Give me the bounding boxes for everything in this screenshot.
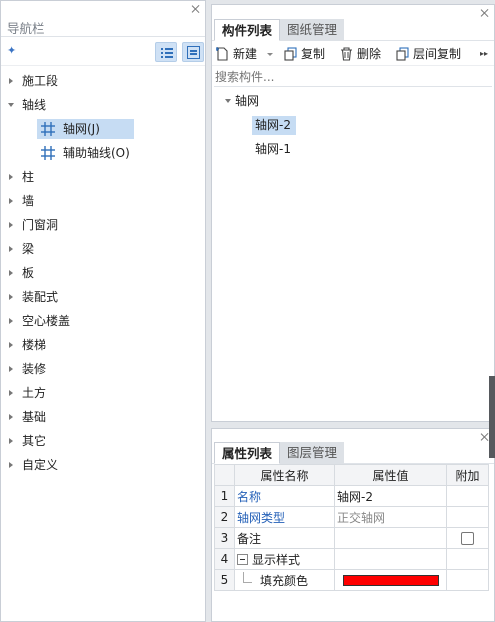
nav-item[interactable]: 轴线 [1,93,205,117]
expand-arrow-icon[interactable] [9,342,13,348]
expand-arrow-icon[interactable] [9,174,13,180]
expand-arrow-icon[interactable] [9,294,13,300]
grid-icon [41,122,55,136]
table-row: 3 备注 [214,527,489,549]
property-name: 填充颜色 [260,573,309,588]
properties-tabs: 属性列表 图层管理 [212,440,494,464]
nav-item[interactable]: 自定义 [1,453,205,477]
collapse-arrow-icon[interactable] [225,99,231,103]
property-value: 正交轴网 [334,506,447,528]
nav-item[interactable]: 楼梯 [1,333,205,357]
col-header-extra: 附加 [446,464,489,486]
nav-item[interactable]: 梁 [1,237,205,261]
nav-item[interactable]: 装修 [1,357,205,381]
nav-item[interactable]: 基础 [1,405,205,429]
table-row: 4 显示样式 [214,548,489,570]
new-file-icon [216,47,228,61]
form-view-button[interactable] [182,42,204,62]
nav-item[interactable]: 土方 [1,381,205,405]
tree-item[interactable]: 轴网-1 [212,137,494,161]
component-toolbar: 新建 复制 删除 层间复制 ▸▸ [212,42,494,66]
expand-arrow-icon[interactable] [9,318,13,324]
more-tools-icon[interactable]: ▸▸ [480,45,490,63]
col-header-value: 属性值 [334,464,447,486]
nav-item[interactable]: 墙 [1,189,205,213]
col-header-name: 属性名称 [234,464,335,486]
property-value[interactable]: 轴网-2 [334,485,447,507]
component-panel: 构件列表 图纸管理 新建 复制 删除 层间复制 ▸▸ 轴网 轴网-2 [211,4,495,422]
expand-arrow-icon[interactable] [9,270,13,276]
property-name: 名称 [234,485,335,507]
property-name: 轴网类型 [234,506,335,528]
property-table: 属性名称 属性值 附加 1 名称 轴网-2 2 轴网类型 正交轴网 3 备注 4… [214,464,489,591]
dropdown-caret-icon[interactable] [267,53,273,56]
expand-arrow-icon[interactable] [9,198,13,204]
pin-icon[interactable]: ✦ [7,44,19,58]
property-name: 备注 [234,527,335,549]
nav-item[interactable]: 施工段 [1,69,205,93]
properties-panel: 属性列表 图层管理 属性名称 属性值 附加 1 名称 轴网-2 2 轴网类型 正… [211,428,495,622]
tree-item[interactable]: 轴网-2 [212,113,494,137]
splitter-handle[interactable] [489,376,495,458]
expand-arrow-icon[interactable] [9,246,13,252]
tree-root[interactable]: 轴网 [212,89,494,113]
tab-component-list[interactable]: 构件列表 [214,19,281,41]
expand-arrow-icon[interactable] [9,390,13,396]
tab-property-list[interactable]: 属性列表 [214,442,281,464]
delete-button[interactable]: 删除 [340,45,390,63]
color-swatch[interactable] [343,575,439,586]
copy-icon [284,47,297,61]
nav-subitem-grid[interactable]: 轴网(J) [1,117,205,141]
expand-arrow-icon[interactable] [9,366,13,372]
close-icon[interactable] [191,4,201,14]
nav-toolbar: ✦ [1,38,205,66]
nav-item[interactable]: 板 [1,261,205,285]
nav-item[interactable]: 柱 [1,165,205,189]
nav-item[interactable]: 门窗洞 [1,213,205,237]
table-row: 1 名称 轴网-2 [214,485,489,507]
copy-button[interactable]: 复制 [284,45,334,63]
expand-arrow-icon[interactable] [9,438,13,444]
navigation-panel: 导航栏 ✦ 施工段 轴线 轴网(J) 辅助轴线(O) 柱 墙 门窗洞 梁 板 装… [0,0,206,622]
floor-copy-button[interactable]: 层间复制 [396,45,468,63]
component-search-input[interactable] [214,67,492,87]
nav-header: 导航栏 [1,15,205,37]
fill-color-value[interactable] [334,569,447,591]
nav-subitem-aux-axis[interactable]: 辅助轴线(O) [1,141,205,165]
collapse-group-icon[interactable] [237,553,248,565]
attach-checkbox[interactable] [461,532,474,545]
new-button[interactable]: 新建 [216,45,276,63]
tab-layer-manage[interactable]: 图层管理 [280,442,345,464]
collapse-arrow-icon[interactable] [8,103,14,107]
table-row: 2 轴网类型 正交轴网 [214,506,489,528]
trash-icon [341,47,352,61]
grid-icon [41,146,55,160]
nav-item[interactable]: 装配式 [1,285,205,309]
property-value[interactable] [334,527,447,549]
tab-drawing-manage[interactable]: 图纸管理 [280,19,345,41]
floor-copy-icon [396,47,409,61]
list-view-button[interactable] [155,42,177,62]
nav-title: 导航栏 [7,21,45,36]
property-name: 显示样式 [252,552,301,567]
table-row: 5 填充颜色 [214,569,489,591]
expand-arrow-icon[interactable] [9,222,13,228]
nav-item[interactable]: 空心楼盖 [1,309,205,333]
expand-arrow-icon[interactable] [9,78,13,84]
component-tree: 轴网 轴网-2 轴网-1 [212,89,494,161]
expand-arrow-icon[interactable] [9,462,13,468]
nav-tree: 施工段 轴线 轴网(J) 辅助轴线(O) 柱 墙 门窗洞 梁 板 装配式 空心楼… [1,69,205,477]
nav-item[interactable]: 其它 [1,429,205,453]
component-tabs: 构件列表 图纸管理 [212,17,494,41]
expand-arrow-icon[interactable] [9,414,13,420]
